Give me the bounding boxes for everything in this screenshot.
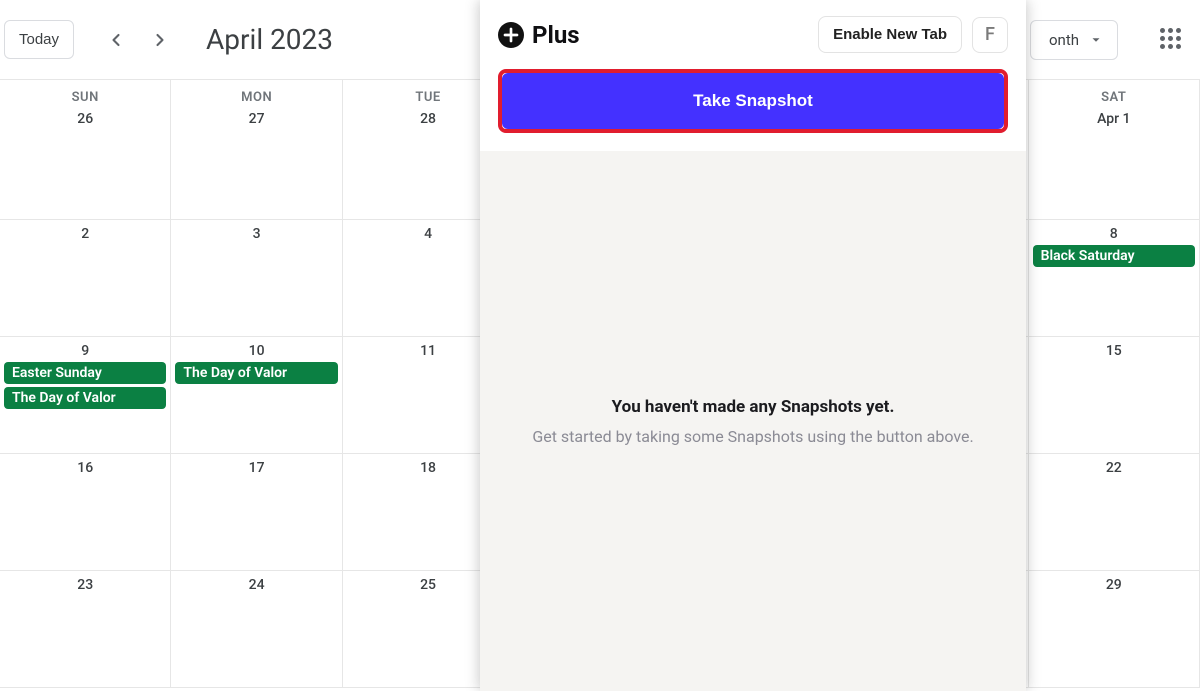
date-number: 8 [1029,220,1199,242]
date-number: 3 [171,220,341,242]
today-button[interactable]: Today [4,20,74,59]
date-number: 16 [0,454,170,476]
calendar-cell[interactable]: 10 The Day of Valor [171,337,342,454]
calendar-event[interactable]: The Day of Valor [175,362,337,384]
calendar-cell[interactable]: 23 [0,571,171,688]
take-snapshot-highlight: Take Snapshot [498,69,1008,133]
date-number: Apr 1 [1097,105,1130,127]
date-number: 28 [420,105,436,127]
date-number: 22 [1029,454,1199,476]
calendar-cell[interactable]: MON27 [171,80,342,220]
plus-extension-panel: Plus Enable New Tab F Take Snapshot You … [480,0,1026,691]
prev-month-button[interactable] [106,30,126,50]
month-title: April 2023 [206,23,333,56]
date-number: 9 [0,337,170,359]
plus-panel-header: Plus Enable New Tab F Take Snapshot [480,0,1026,151]
day-header: MON [241,80,272,105]
date-number: 26 [77,105,93,127]
take-snapshot-button[interactable]: Take Snapshot [502,73,1004,129]
date-number: 10 [171,337,341,359]
next-month-button[interactable] [150,30,170,50]
plus-logo-text: Plus [532,21,580,49]
view-selector-label: onth [1049,31,1079,49]
day-header: TUE [415,80,440,105]
empty-state-subtitle: Get started by taking some Snapshots usi… [532,427,973,446]
plus-logo: Plus [498,21,580,49]
calendar-cell[interactable]: 9 Easter Sunday The Day of Valor [0,337,171,454]
calendar-event[interactable]: The Day of Valor [4,387,166,409]
date-number: 15 [1029,337,1199,359]
day-header: SUN [72,80,99,105]
calendar-event[interactable]: Black Saturday [1033,245,1195,267]
plus-empty-state: You haven't made any Snapshots yet. Get … [480,151,1026,691]
calendar-cell[interactable]: 2 [0,220,171,337]
plus-logo-icon [498,22,524,48]
month-nav [106,30,170,50]
chevron-right-icon [150,29,170,51]
date-number: 23 [0,571,170,593]
date-number: 24 [171,571,341,593]
date-number: 27 [249,105,265,127]
calendar-cell[interactable]: 17 [171,454,342,571]
calendar-cell[interactable]: SATApr 1 [1029,80,1200,220]
date-number: 2 [0,220,170,242]
calendar-cell[interactable]: 22 [1029,454,1200,571]
apps-grid-icon[interactable] [1160,28,1184,52]
date-number: 29 [1029,571,1199,593]
enable-new-tab-button[interactable]: Enable New Tab [818,16,962,53]
empty-state-title: You haven't made any Snapshots yet. [612,397,895,417]
calendar-event[interactable]: Easter Sunday [4,362,166,384]
calendar-cell[interactable]: 24 [171,571,342,688]
caret-down-icon [1089,33,1103,47]
calendar-cell[interactable]: 29 [1029,571,1200,688]
user-avatar[interactable]: F [972,17,1008,53]
chevron-left-icon [106,29,126,51]
date-number: 17 [171,454,341,476]
calendar-cell[interactable]: 3 [171,220,342,337]
calendar-cell[interactable]: SUN26 [0,80,171,220]
calendar-cell[interactable]: 8 Black Saturday [1029,220,1200,337]
view-selector[interactable]: onth [1030,20,1118,60]
calendar-cell[interactable]: 16 [0,454,171,571]
calendar-cell[interactable]: 15 [1029,337,1200,454]
day-header: SAT [1101,80,1126,105]
